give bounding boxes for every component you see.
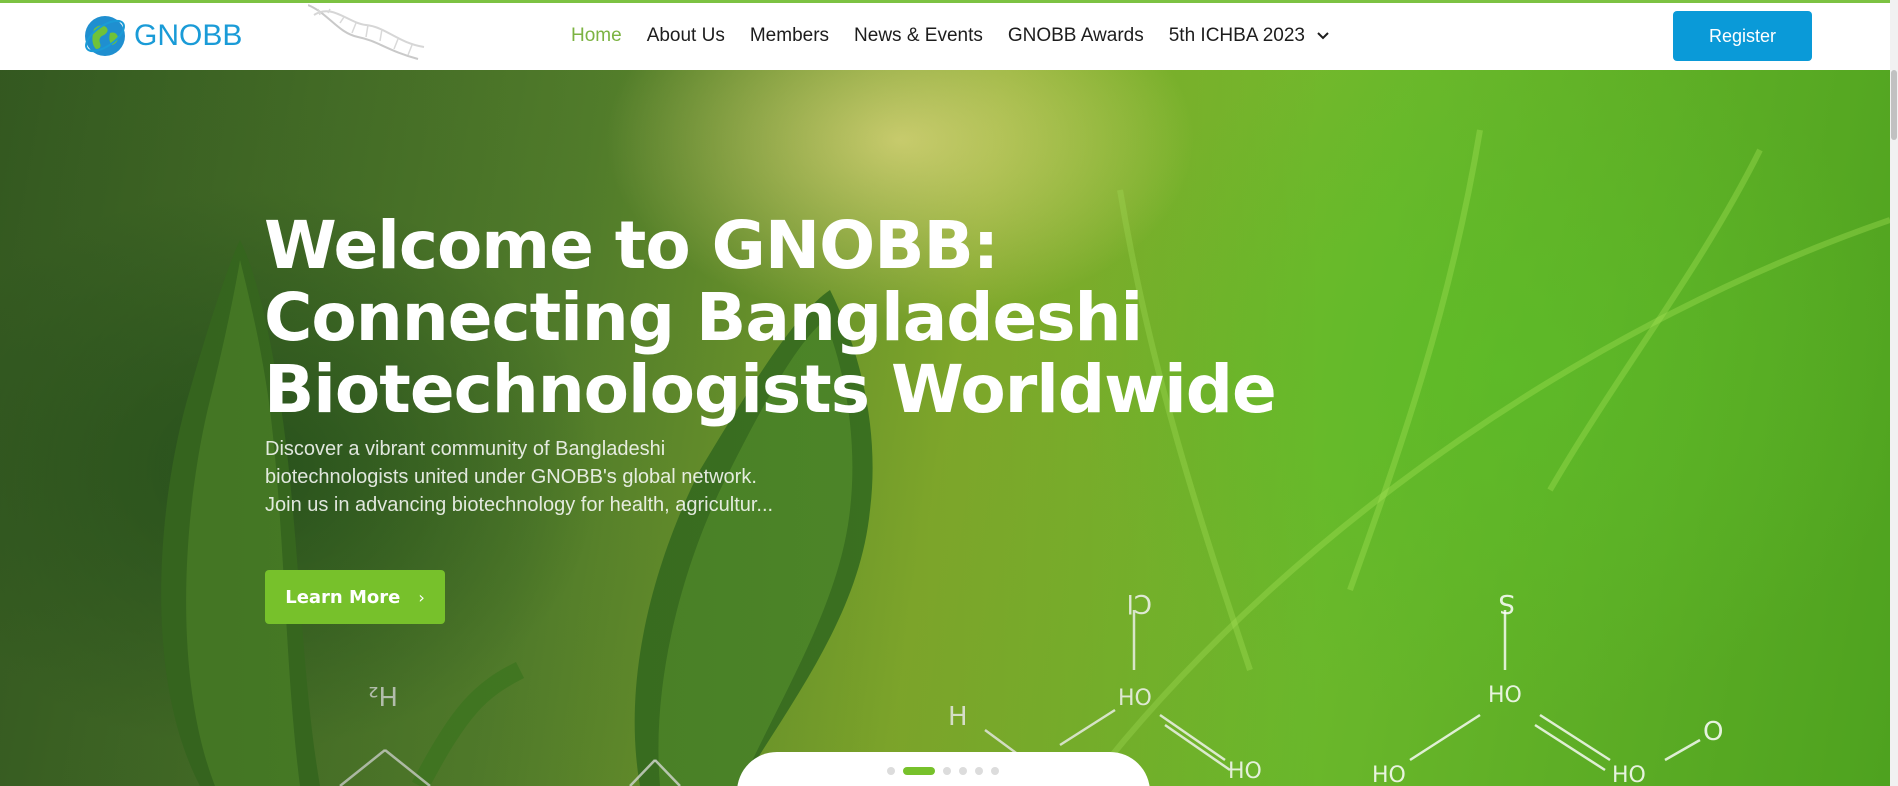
slider-dot[interactable]	[991, 767, 999, 775]
nav-about-us[interactable]: About Us	[647, 25, 725, 47]
globe-logo-icon	[85, 16, 125, 56]
hero-title: Welcome to GNOBB: Connecting Bangladeshi…	[264, 210, 1364, 426]
scrollbar-thumb[interactable]	[1891, 70, 1897, 140]
hero-title-line-1: Welcome to GNOBB:	[264, 207, 999, 284]
nav-news-events[interactable]: News & Events	[854, 25, 983, 47]
chevron-down-icon[interactable]	[1316, 29, 1330, 43]
hero-description-line-1: Discover a vibrant community of Banglade…	[265, 438, 666, 460]
nav-home[interactable]: Home	[571, 25, 622, 47]
slider-dot-active[interactable]	[903, 767, 935, 775]
slider-dot[interactable]	[975, 767, 983, 775]
hero-title-line-2: Connecting Bangladeshi	[264, 279, 1143, 356]
hero-description: Discover a vibrant community of Banglade…	[265, 435, 905, 519]
hero-overlay	[0, 70, 1890, 786]
hero-description-line-2: biotechnologists united under GNOBB's gl…	[265, 466, 757, 488]
site-logo[interactable]: GNOBB	[82, 13, 242, 59]
site-header: GNOBB Home About Us Members News & Event…	[0, 3, 1898, 70]
page-scrollbar[interactable]	[1890, 0, 1898, 786]
nav-gnobb-awards[interactable]: GNOBB Awards	[1008, 25, 1144, 47]
chevron-right-icon: ›	[418, 587, 425, 607]
main-nav: Home About Us Members News & Events GNOB…	[571, 25, 1330, 47]
brand-name: GNOBB	[134, 19, 243, 52]
slider-dot[interactable]	[887, 767, 895, 775]
register-button[interactable]: Register	[1673, 11, 1812, 61]
nav-ichba-2023[interactable]: 5th ICHBA 2023	[1169, 25, 1305, 47]
dna-decoration-icon	[308, 4, 425, 60]
slider-dot[interactable]	[943, 767, 951, 775]
slider-pagination	[887, 767, 999, 775]
nav-members[interactable]: Members	[750, 25, 829, 47]
slider-dot[interactable]	[959, 767, 967, 775]
hero-description-line-3: Join us in advancing biotechnology for h…	[265, 494, 774, 516]
learn-more-button[interactable]: Learn More ›	[265, 570, 445, 624]
hero-section: H₂ H HO Cl HO HO S HO HO O Welcome to GN…	[0, 70, 1890, 786]
hero-title-line-3: Biotechnologists Worldwide	[264, 351, 1277, 428]
learn-more-label: Learn More	[285, 586, 401, 608]
